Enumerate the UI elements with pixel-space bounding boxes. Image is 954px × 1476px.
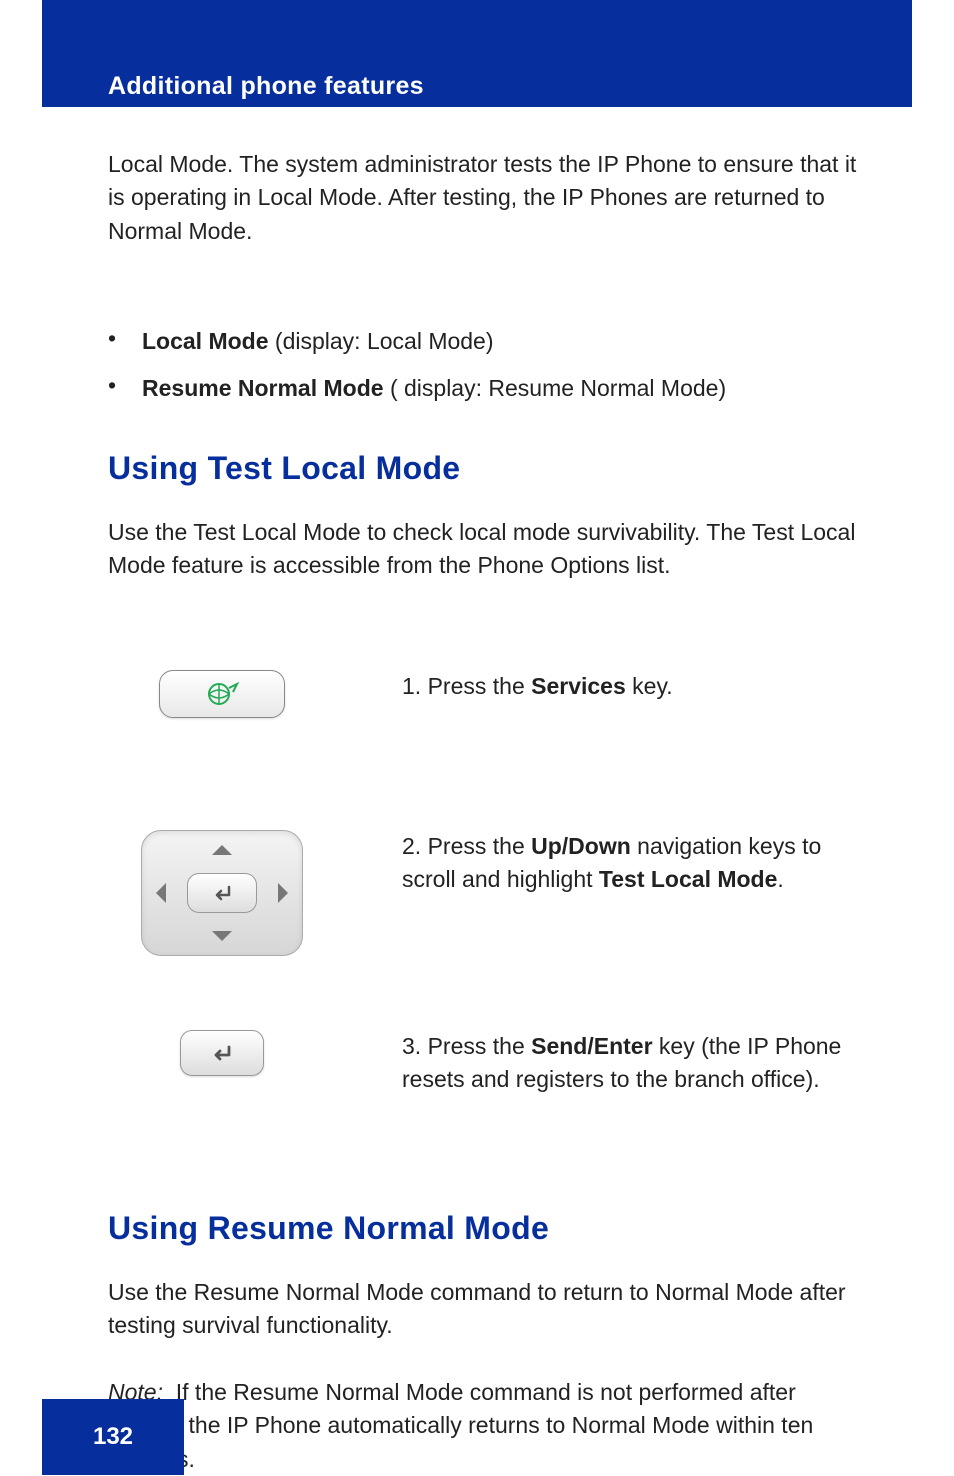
nav-up-arrow-icon — [212, 845, 232, 855]
page: Additional phone features Local Mode. Th… — [42, 0, 912, 1475]
step-row: 2. Press the Up/Down navigation keys to … — [42, 830, 912, 956]
header-band: Additional phone features — [42, 0, 912, 107]
step-text: 3. Press the Send/Enter key (the IP Phon… — [402, 1030, 912, 1097]
bullet-text: Resume Normal Mode ( display: Resume Nor… — [142, 372, 726, 405]
bullet-item: • Local Mode (display: Local Mode) — [108, 325, 868, 358]
nav-center-key-icon — [187, 873, 257, 913]
icon-column — [42, 670, 402, 718]
section1-intro: Use the Test Local Mode to check local m… — [108, 516, 868, 583]
icon-column — [42, 1030, 402, 1076]
navigation-cluster-icon — [141, 830, 303, 956]
enter-arrow-icon — [207, 1042, 237, 1064]
globe-arrow-icon — [203, 680, 241, 708]
page-number: 132 — [93, 1423, 133, 1451]
section2-intro: Use the Resume Normal Mode command to re… — [108, 1276, 868, 1343]
send-enter-key-icon — [180, 1030, 264, 1076]
enter-arrow-icon — [209, 883, 235, 903]
services-key-icon — [159, 670, 285, 718]
step-row: 1. Press the Services key. — [42, 670, 912, 718]
section-heading-resume-normal: Using Resume Normal Mode — [108, 1210, 549, 1247]
step-text: 1. Press the Services key. — [402, 670, 912, 703]
header-title: Additional phone features — [108, 72, 424, 101]
step-text: 2. Press the Up/Down navigation keys to … — [402, 830, 912, 897]
bullet-text: Local Mode (display: Local Mode) — [142, 325, 494, 358]
bullet-dot: • — [108, 325, 142, 352]
intro-paragraph: Local Mode. The system administrator tes… — [108, 148, 868, 248]
bullet-item: • Resume Normal Mode ( display: Resume N… — [108, 372, 868, 405]
nav-right-arrow-icon — [278, 883, 288, 903]
section-heading-test-local: Using Test Local Mode — [108, 450, 460, 487]
page-number-tab: 132 — [42, 1399, 184, 1475]
note-block: Note: If the Resume Normal Mode command … — [108, 1376, 848, 1476]
nav-left-arrow-icon — [156, 883, 166, 903]
bullet-dot: • — [108, 372, 142, 399]
nav-down-arrow-icon — [212, 931, 232, 941]
icon-column — [42, 830, 402, 956]
step-row: 3. Press the Send/Enter key (the IP Phon… — [42, 1030, 912, 1097]
